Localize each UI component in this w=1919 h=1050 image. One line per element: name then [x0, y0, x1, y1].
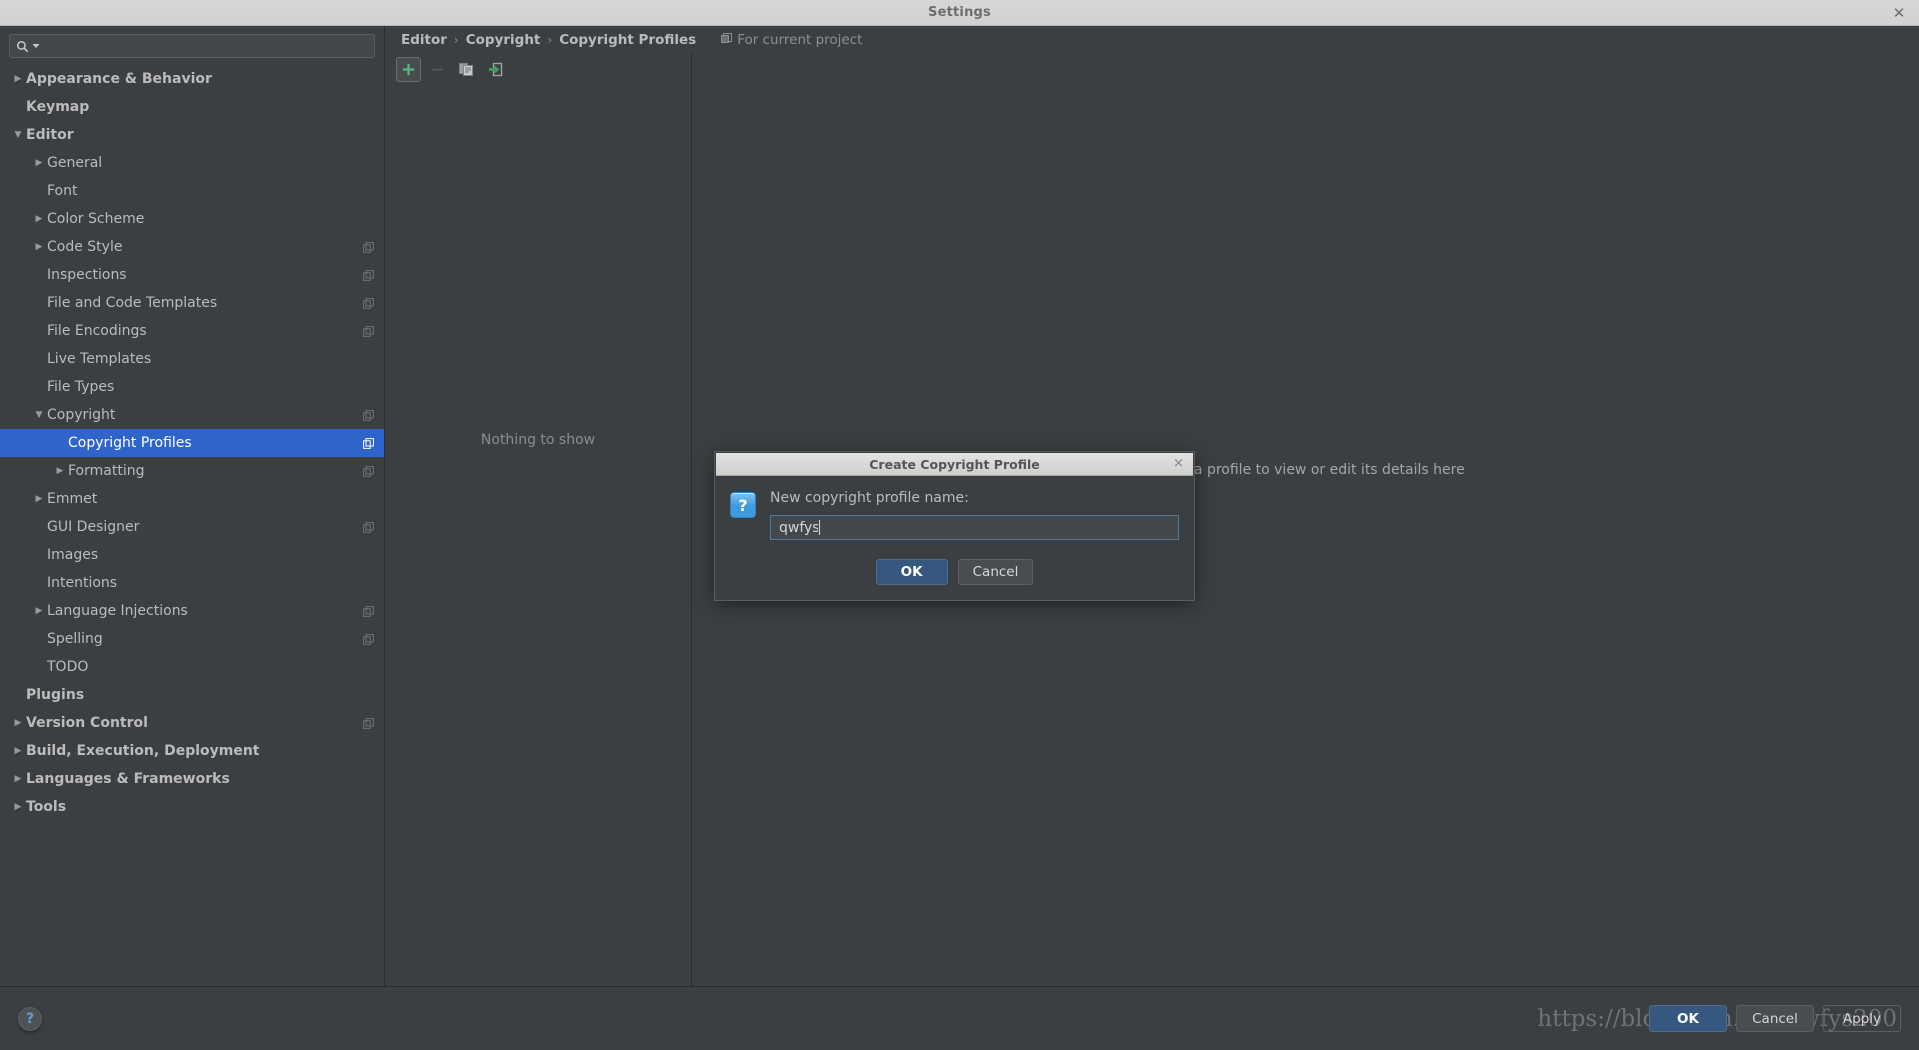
dialog-ok-button[interactable]: OK — [875, 559, 948, 585]
create-copyright-profile-dialog: Create Copyright Profile ✕ ? New copyrig… — [714, 451, 1195, 601]
dialog-titlebar: Create Copyright Profile ✕ — [716, 453, 1193, 476]
settings-window: Settings ✕ ▶ Appearance & Behavior Keyma… — [0, 0, 1919, 1050]
text-caret — [819, 520, 820, 535]
dialog-fields: New copyright profile name: — [770, 490, 1179, 549]
dialog-title: Create Copyright Profile — [869, 456, 1040, 472]
profile-name-field[interactable] — [770, 515, 1179, 540]
profile-name-input[interactable] — [777, 518, 820, 537]
dialog-content: ? New copyright profile name: — [716, 476, 1193, 549]
profile-name-label: New copyright profile name: — [770, 490, 969, 506]
dialog-buttons: OK Cancel — [716, 549, 1193, 599]
question-icon: ? — [730, 492, 756, 518]
dialog-cancel-button[interactable]: Cancel — [957, 559, 1034, 585]
question-glyph: ? — [738, 495, 748, 515]
dialog-close-icon[interactable]: ✕ — [1173, 457, 1184, 472]
modal-overlay: Create Copyright Profile ✕ ? New copyrig… — [0, 0, 1919, 1050]
